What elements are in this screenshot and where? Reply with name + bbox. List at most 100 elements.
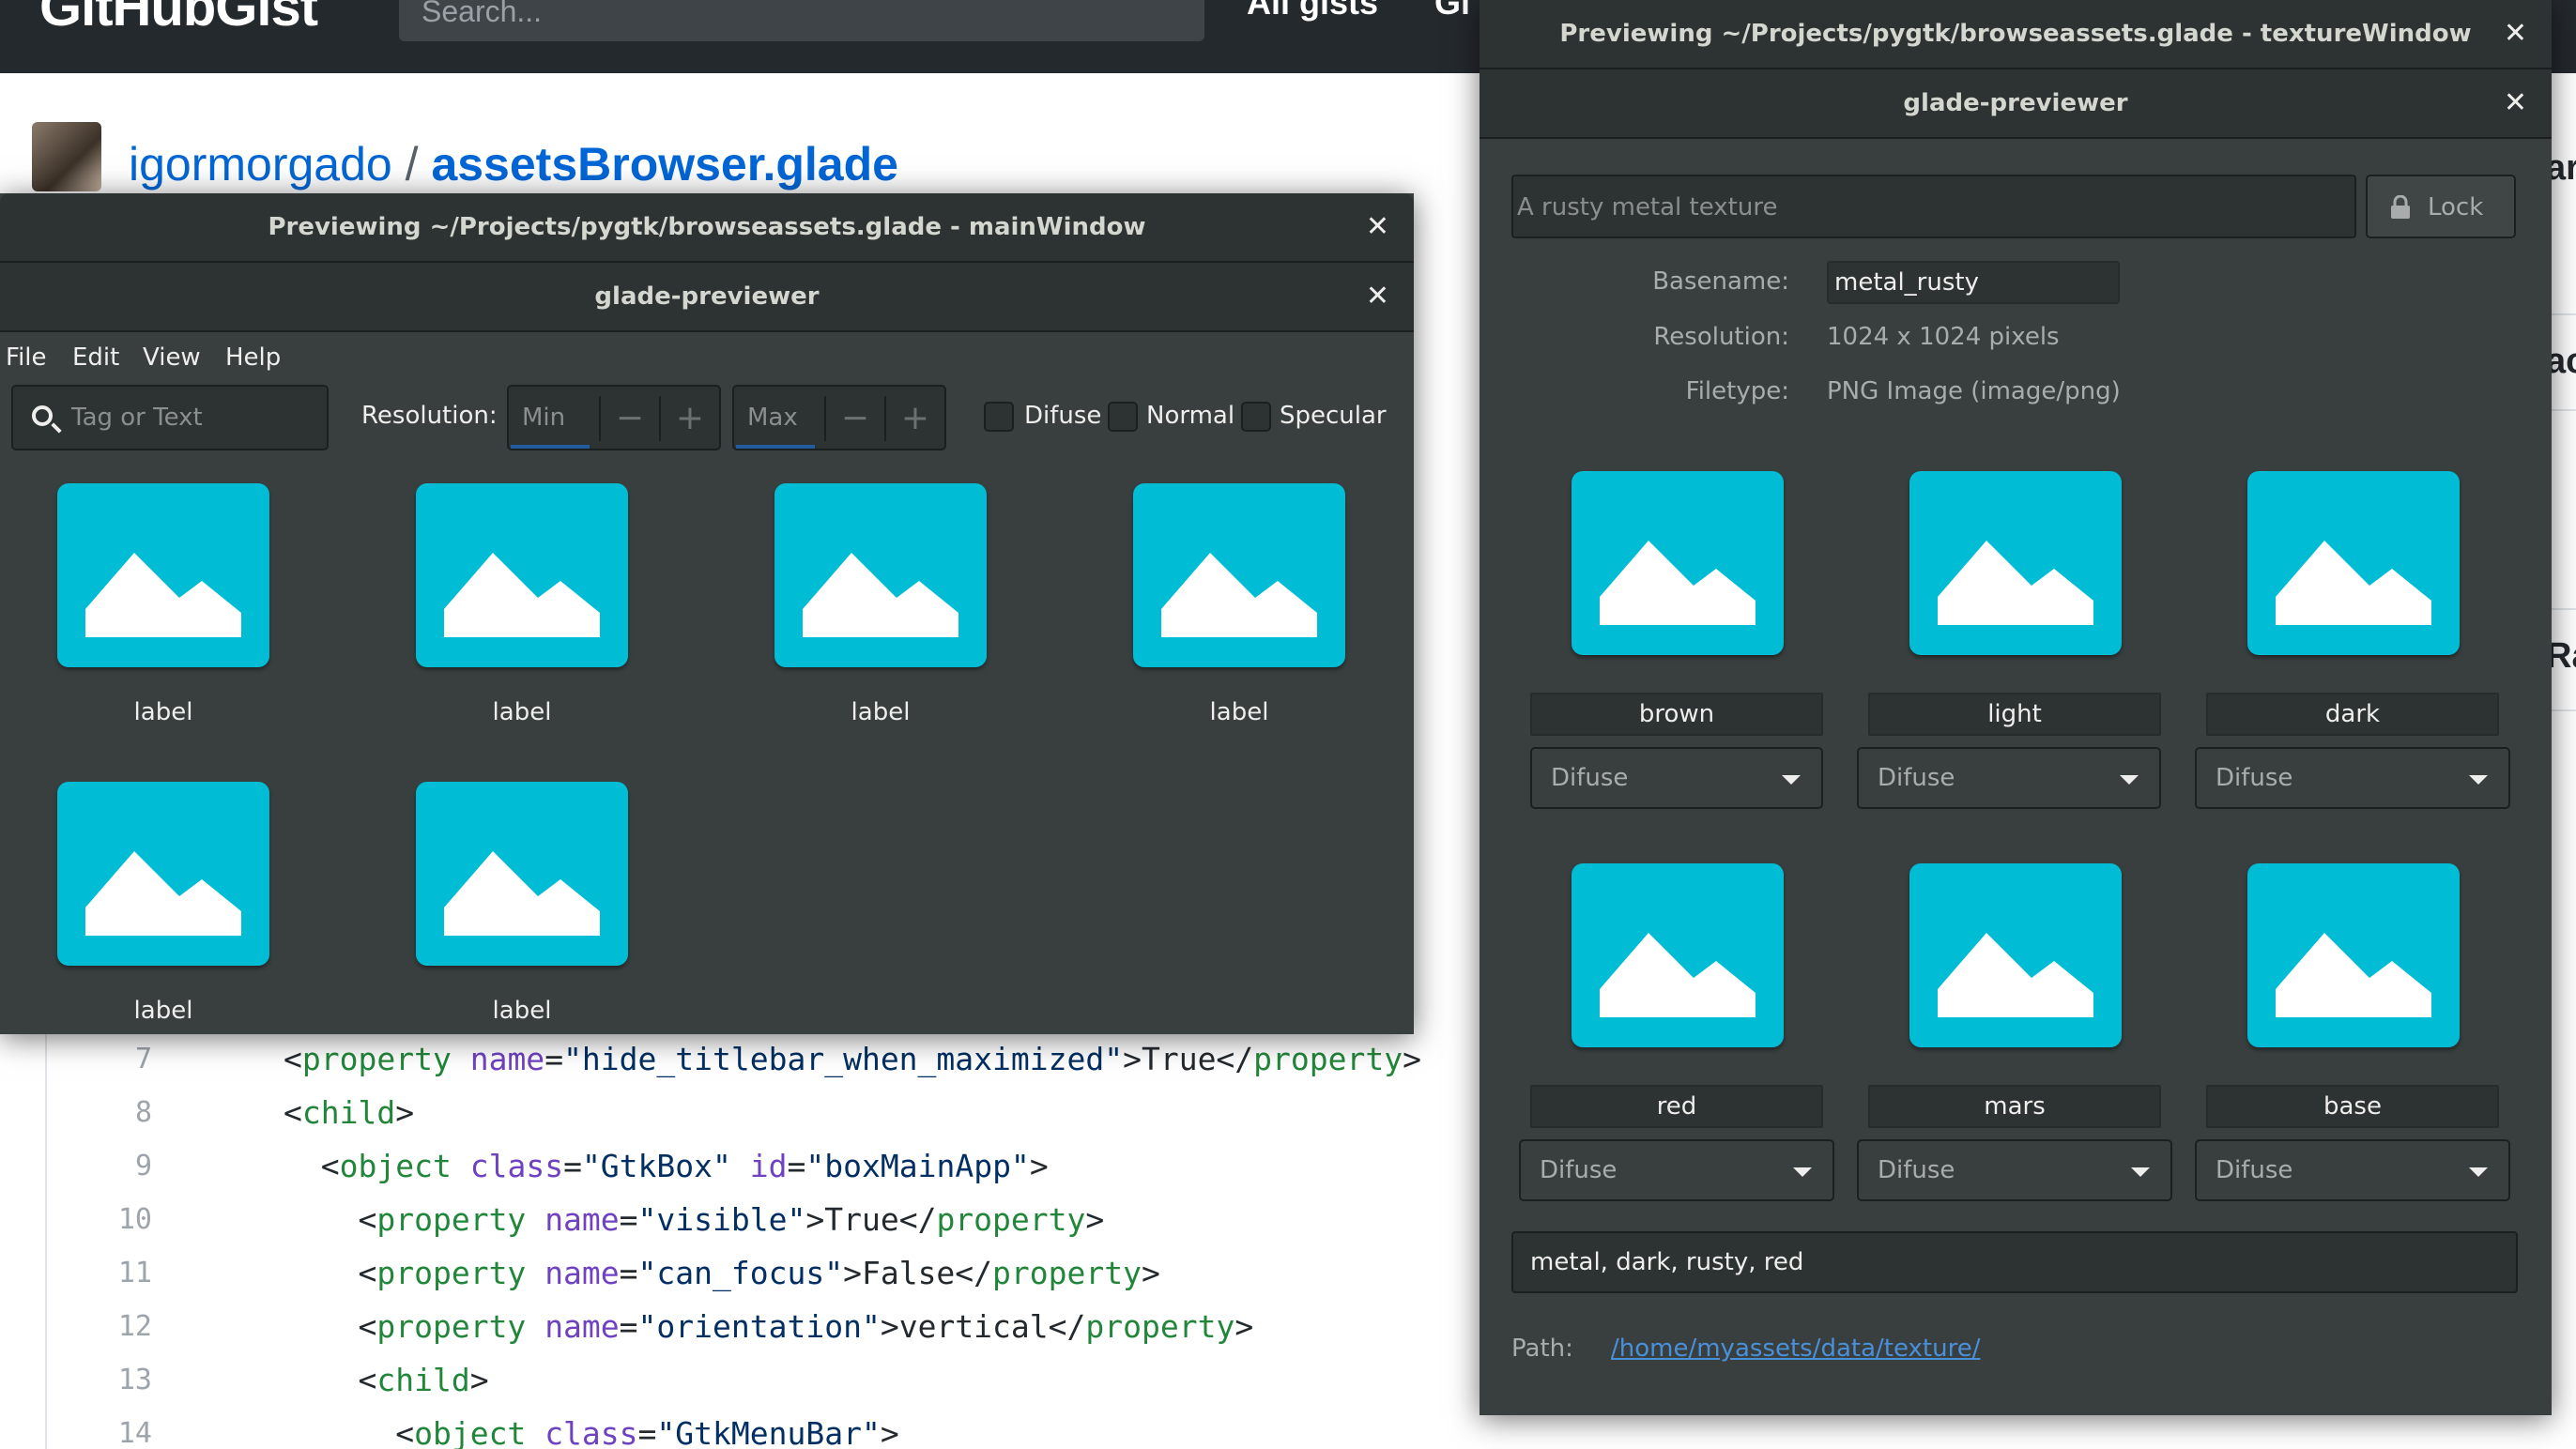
- texture-window-titlebar[interactable]: Previewing ~/Projects/pygtk/browseassets…: [1480, 0, 2552, 69]
- texture-window-headerbar: glade-previewer ✕: [1480, 69, 2552, 139]
- variant-name[interactable]: brown: [1530, 693, 1823, 736]
- lock-label: Lock: [2428, 193, 2484, 221]
- path-link[interactable]: /home/myassets/data/texture/: [1611, 1335, 1980, 1363]
- texture-window-subtitle: glade-previewer: [1903, 89, 2128, 117]
- search-placeholder: Tag or Text: [71, 404, 203, 432]
- asset-thumbnail[interactable]: [57, 782, 269, 966]
- image-placeholder-icon: [444, 851, 600, 936]
- close-icon[interactable]: ✕: [2504, 0, 2527, 68]
- code-token: child: [376, 1362, 470, 1398]
- line-number[interactable]: 12: [47, 1300, 152, 1353]
- nav-all-gists[interactable]: All gists: [1247, 0, 1378, 23]
- code-token: "can_focus": [637, 1255, 844, 1291]
- variant-map-select[interactable]: Difuse: [2195, 747, 2510, 809]
- variant-map-select[interactable]: Difuse: [2195, 1139, 2510, 1201]
- image-placeholder-icon: [1600, 933, 1756, 1017]
- gist-owner-link[interactable]: igormorgado: [129, 138, 392, 191]
- main-window-titlebar[interactable]: Previewing ~/Projects/pygtk/browseassets…: [0, 193, 1414, 263]
- variant-name[interactable]: light: [1868, 693, 2161, 736]
- variant-map-select[interactable]: Difuse: [1530, 747, 1823, 809]
- code-line: 12 <property name="orientation">vertical…: [47, 1300, 1453, 1353]
- lock-button[interactable]: Lock: [2366, 175, 2516, 238]
- min-decrement-button[interactable]: −: [599, 396, 659, 441]
- code-token: property: [301, 1041, 452, 1077]
- menu-view[interactable]: View: [143, 343, 201, 372]
- padlock-icon: [2391, 195, 2410, 219]
- variant-thumbnail-base[interactable]: [2247, 863, 2460, 1047]
- code-text: <property name="hide_titlebar_when_maxim…: [284, 1041, 1421, 1077]
- close-icon[interactable]: ✕: [1366, 263, 1389, 330]
- code-token: "visible": [637, 1201, 806, 1238]
- close-icon[interactable]: ✕: [2504, 69, 2527, 137]
- variant-map-select[interactable]: Difuse: [1519, 1139, 1834, 1201]
- resolution-value: 1024 x 1024 pixels: [1827, 323, 2060, 351]
- specular-check-label[interactable]: Specular: [1280, 402, 1387, 430]
- normal-checkbox[interactable]: [1108, 402, 1138, 432]
- variant-map-select[interactable]: Difuse: [1857, 747, 2161, 809]
- variant-thumbnail-light[interactable]: [1909, 471, 2122, 655]
- code-text: <property name="visible">True</property>: [358, 1201, 1105, 1238]
- resolution-max-spinner[interactable]: Max − +: [732, 385, 946, 450]
- max-increment-button[interactable]: +: [884, 396, 944, 441]
- image-placeholder-icon: [85, 851, 241, 936]
- variant-name[interactable]: dark: [2206, 693, 2499, 736]
- line-number[interactable]: 8: [47, 1086, 152, 1139]
- variant-name[interactable]: mars: [1868, 1085, 2161, 1128]
- resolution-min-spinner[interactable]: Min − +: [507, 385, 721, 450]
- min-increment-button[interactable]: +: [659, 396, 719, 441]
- code-token: "hide_titlebar_when_maximized": [563, 1041, 1124, 1077]
- variant-thumbnail-dark[interactable]: [2247, 471, 2460, 655]
- line-number[interactable]: 14: [47, 1407, 152, 1449]
- code-token: object: [414, 1415, 527, 1449]
- variant-name[interactable]: red: [1530, 1085, 1823, 1128]
- gist-name-link[interactable]: assetsBrowser.glade: [431, 138, 898, 191]
- resolution-label: Resolution:: [1653, 323, 1789, 351]
- menu-help[interactable]: Help: [225, 343, 281, 372]
- code-token: property: [376, 1201, 527, 1238]
- normal-check-label[interactable]: Normal: [1146, 402, 1234, 430]
- code-token: "GtkMenuBar": [656, 1415, 881, 1449]
- asset-thumbnail[interactable]: [774, 483, 987, 667]
- close-icon[interactable]: ✕: [1366, 193, 1389, 261]
- nav-github[interactable]: Gi: [1434, 0, 1470, 23]
- variant-thumbnail-brown[interactable]: [1572, 471, 1784, 655]
- max-placeholder: Max: [747, 404, 798, 432]
- variant-thumbnail-red[interactable]: [1572, 863, 1784, 1047]
- asset-thumbnail[interactable]: [57, 483, 269, 667]
- line-number[interactable]: 13: [47, 1353, 152, 1407]
- difuse-check-label[interactable]: Difuse: [1024, 402, 1101, 430]
- variant-thumbnail-mars[interactable]: [1909, 863, 2122, 1047]
- image-placeholder-icon: [1600, 541, 1756, 625]
- code-line: 14 <object class="GtkMenuBar">: [47, 1407, 1453, 1449]
- image-placeholder-icon: [1938, 933, 2093, 1017]
- difuse-checkbox[interactable]: [984, 402, 1014, 432]
- tags-input[interactable]: metal, dark, rusty, red: [1511, 1231, 2518, 1293]
- asset-thumbnail[interactable]: [416, 782, 628, 966]
- menu-edit[interactable]: Edit: [72, 343, 119, 372]
- asset-thumbnail[interactable]: [1133, 483, 1345, 667]
- main-window-title: Previewing ~/Projects/pygtk/browseassets…: [268, 213, 1146, 241]
- resolution-label: Resolution:: [361, 402, 498, 430]
- avatar[interactable]: [32, 122, 101, 191]
- specular-checkbox[interactable]: [1241, 402, 1271, 432]
- triangle-down-icon: [1793, 1167, 1812, 1177]
- map-select-value: Difuse: [2216, 1156, 2293, 1184]
- description-placeholder: A rusty metal texture: [1517, 193, 1778, 221]
- line-number[interactable]: 10: [47, 1193, 152, 1246]
- line-number[interactable]: 9: [47, 1139, 152, 1193]
- description-input[interactable]: A rusty metal texture: [1511, 175, 2356, 238]
- basename-field[interactable]: metal_rusty: [1827, 261, 2120, 304]
- github-search-input[interactable]: Search...: [399, 0, 1204, 41]
- line-number[interactable]: 11: [47, 1246, 152, 1300]
- code-token: property: [1253, 1041, 1403, 1077]
- variant-map-select[interactable]: Difuse: [1857, 1139, 2172, 1201]
- menu-file[interactable]: File: [6, 343, 47, 372]
- max-decrement-button[interactable]: −: [824, 396, 884, 441]
- asset-thumbnail[interactable]: [416, 483, 628, 667]
- line-number[interactable]: 7: [47, 1032, 152, 1086]
- code-view: 7 <property name="hide_titlebar_when_maxi…: [45, 1032, 1453, 1449]
- tag-search-input[interactable]: Tag or Text: [11, 385, 329, 450]
- github-gist-logo[interactable]: GitHubGist: [39, 0, 318, 38]
- variant-name[interactable]: base: [2206, 1085, 2499, 1128]
- code-line: 10 <property name="visible">True</proper…: [47, 1193, 1453, 1246]
